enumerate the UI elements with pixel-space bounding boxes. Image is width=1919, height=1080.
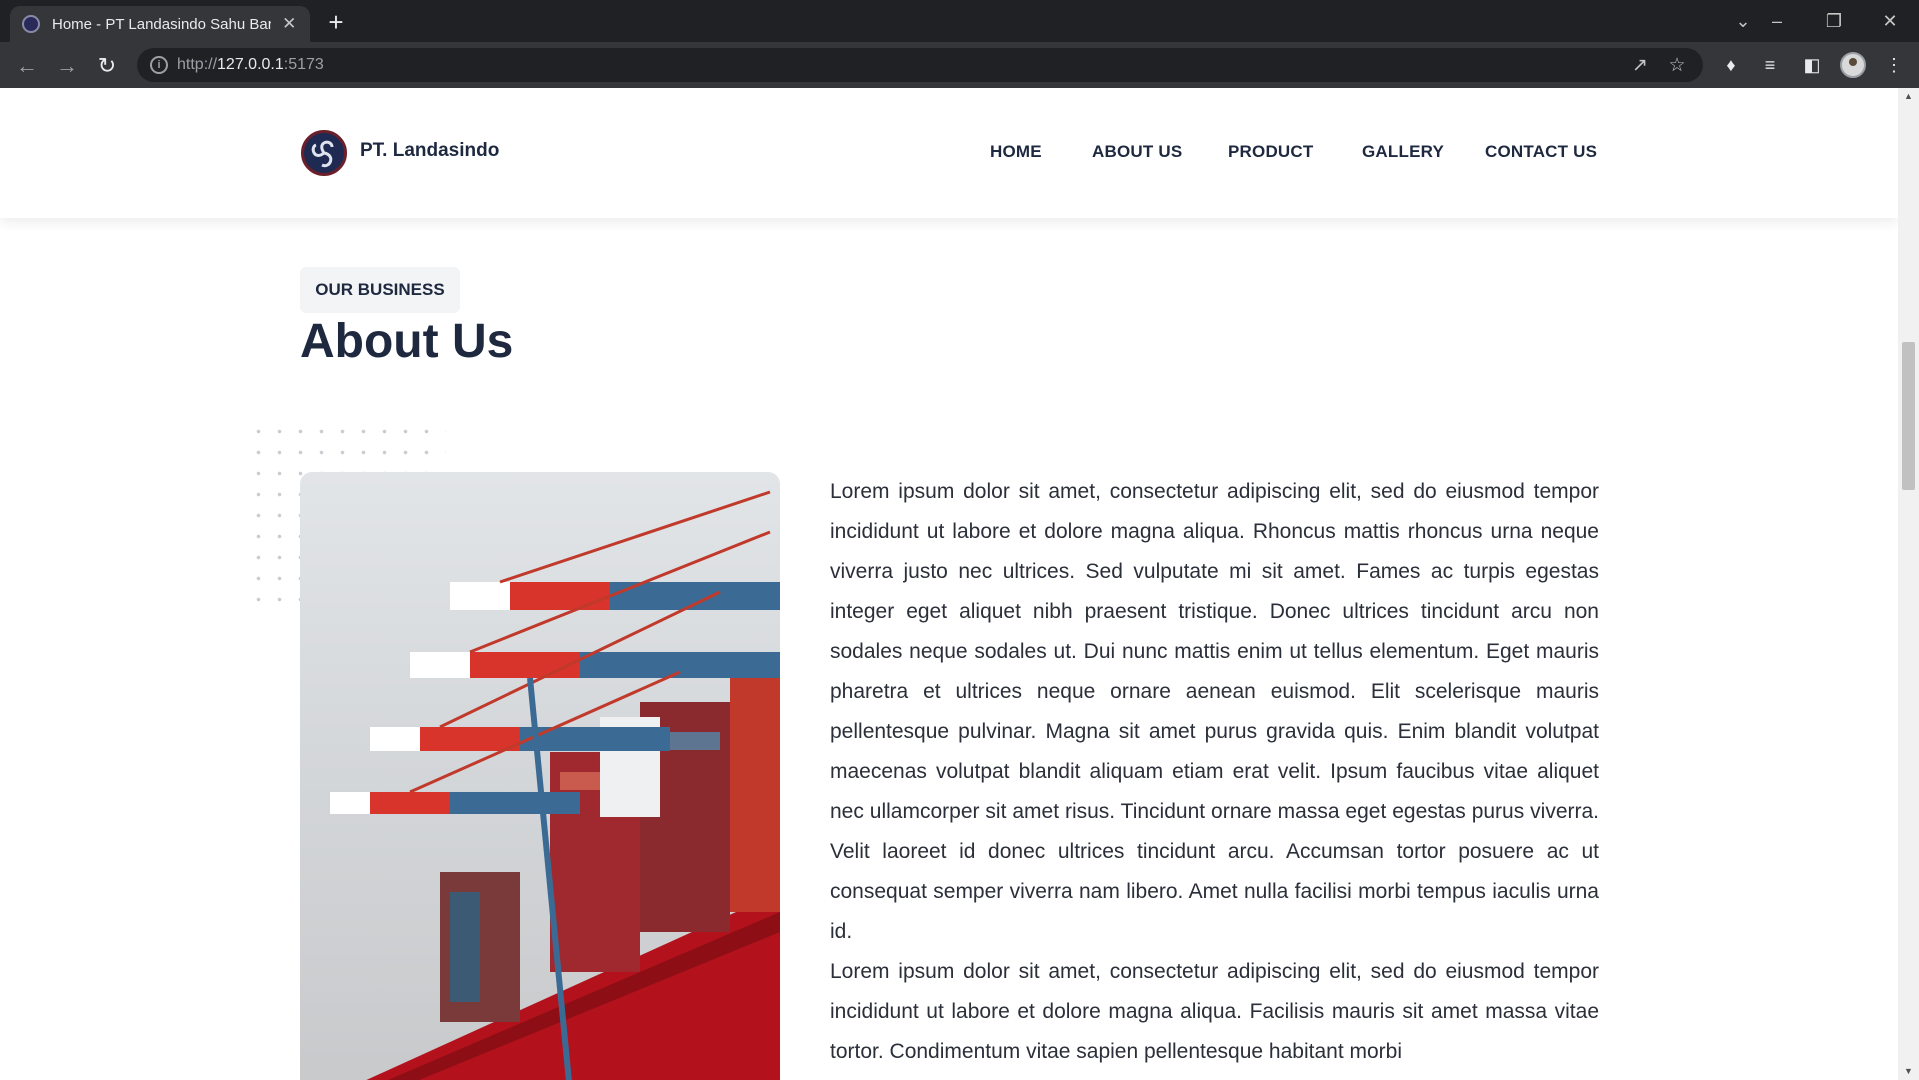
company-logo-icon[interactable] <box>301 130 347 176</box>
nav-gallery[interactable]: GALLERY <box>1362 142 1444 162</box>
section-title: About Us <box>300 315 514 368</box>
forward-button[interactable]: → <box>51 50 83 82</box>
puzzle-icon[interactable]: ♦ <box>1718 55 1744 76</box>
nav-home[interactable]: HOME <box>990 142 1042 162</box>
about-paragraph-1: Lorem ipsum dolor sit amet, consectetur … <box>830 480 1599 943</box>
browser-toolbar: ← → ↻ i http://127.0.0.1:5173 ↗ ☆ ♦ ≡ ◧ … <box>0 42 1919 88</box>
new-tab-button[interactable]: + <box>322 8 350 36</box>
nav-contact-us[interactable]: CONTACT US <box>1485 142 1597 162</box>
page-viewport: PT. Landasindo HOME ABOUT US PRODUCT GAL… <box>0 88 1898 1080</box>
scrollbar-thumb[interactable] <box>1902 342 1915 490</box>
nav-product[interactable]: PRODUCT <box>1228 142 1313 162</box>
minimize-button[interactable]: – <box>1754 6 1800 36</box>
url-text[interactable]: http://127.0.0.1:5173 <box>177 56 324 74</box>
nav-about-us[interactable]: ABOUT US <box>1092 142 1182 162</box>
scroll-down-arrow-icon[interactable]: ▼ <box>1898 1063 1919 1080</box>
close-tab-icon[interactable]: ✕ <box>281 14 298 34</box>
star-icon[interactable]: ☆ <box>1664 54 1690 77</box>
brand-name[interactable]: PT. Landasindo <box>360 140 499 162</box>
side-panel-icon[interactable]: ◧ <box>1799 55 1825 76</box>
section-badge: OUR BUSINESS <box>300 267 460 313</box>
tab-title: Home - PT Landasindo Sahu Baru <box>52 15 271 33</box>
kebab-menu-icon[interactable]: ⋮ <box>1881 55 1907 76</box>
share-icon[interactable]: ↗ <box>1627 54 1653 77</box>
media-queue-icon[interactable]: ≡ <box>1757 55 1783 76</box>
info-icon[interactable]: i <box>150 56 168 74</box>
profile-avatar[interactable] <box>1840 52 1866 78</box>
browser-tab[interactable]: Home - PT Landasindo Sahu Baru ✕ <box>10 6 310 42</box>
close-window-button[interactable]: ✕ <box>1867 6 1913 36</box>
site-header: PT. Landasindo HOME ABOUT US PRODUCT GAL… <box>0 88 1898 218</box>
scroll-up-arrow-icon[interactable]: ▲ <box>1898 88 1919 105</box>
site-favicon-icon <box>22 15 40 33</box>
about-body-text: Lorem ipsum dolor sit amet, consectetur … <box>830 472 1599 1072</box>
browser-tab-bar: Home - PT Landasindo Sahu Baru ✕ + ⌄ – ❐… <box>0 0 1919 42</box>
back-button[interactable]: ← <box>11 50 43 82</box>
page-scrollbar[interactable]: ▲ ▼ <box>1898 88 1919 1080</box>
address-bar[interactable]: i http://127.0.0.1:5173 ↗ ☆ <box>137 48 1703 82</box>
restore-button[interactable]: ❐ <box>1811 6 1857 36</box>
reload-button[interactable]: ↻ <box>91 50 123 82</box>
about-paragraph-2: Lorem ipsum dolor sit amet, consectetur … <box>830 960 1599 1063</box>
cargo-ship-photo <box>300 472 780 1080</box>
